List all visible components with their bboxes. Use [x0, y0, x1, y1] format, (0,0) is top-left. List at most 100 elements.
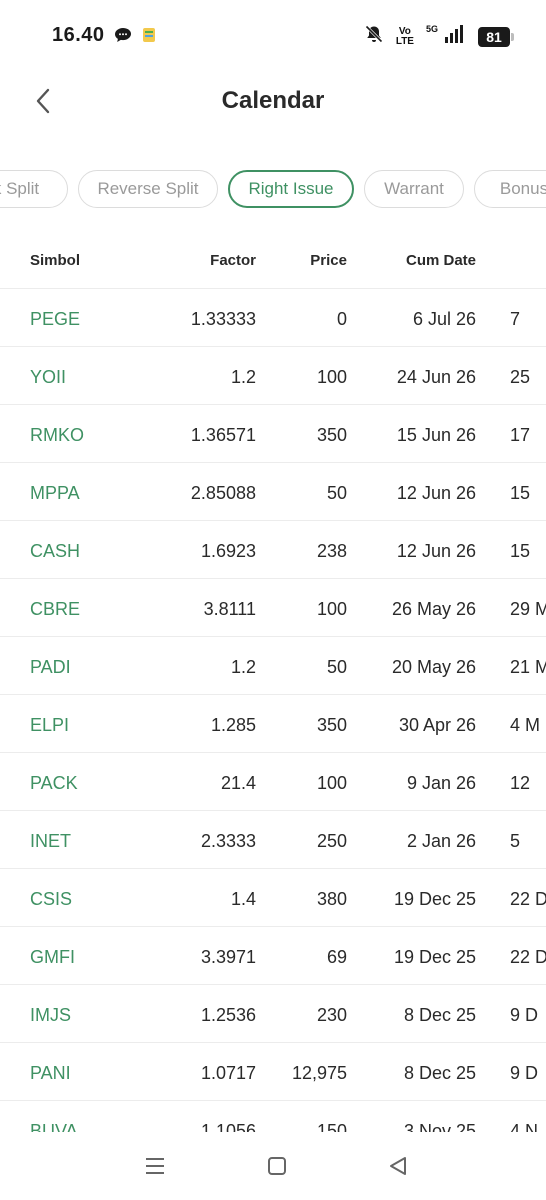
cell-ex-date: 21 M [510, 657, 546, 677]
cell-cum-date: 24 Jun 26 [396, 367, 476, 387]
column-header-cum-date[interactable]: Cum Date [406, 252, 476, 269]
cell-factor: 1.0717 [200, 1063, 256, 1083]
cell-symbol[interactable]: PANI [30, 1063, 71, 1084]
cell-symbol[interactable]: MPPA [30, 483, 80, 504]
cell-ex-date: 25 [510, 367, 531, 387]
status-notification-icons [114, 27, 156, 48]
cell-symbol[interactable]: CBRE [30, 599, 80, 620]
network-type: 5G [425, 24, 438, 34]
status-system-icons: Vo LTE 5G 81 [364, 24, 514, 49]
chip-stock-split[interactable]: Stock Split [0, 170, 68, 208]
cell-factor: 1.1056 [200, 1121, 256, 1132]
cell-cum-date: 30 Apr 26 [398, 715, 476, 735]
back-triangle-icon [388, 1156, 408, 1181]
column-header-symbol[interactable]: Simbol [30, 252, 80, 269]
cell-price: 69 [326, 947, 347, 967]
table-row[interactable]: CBRE 3.8111 100 26 May 26 29 M [0, 579, 546, 637]
cell-ex-date: 15 [510, 483, 531, 503]
table-row[interactable]: PANI 1.0717 12,975 8 Dec 25 9 D [0, 1043, 546, 1101]
cell-symbol[interactable]: YOII [30, 367, 66, 388]
table-row[interactable]: INET 2.3333 250 2 Jan 26 5 [0, 811, 546, 869]
chip-right-issue[interactable]: Right Issue [228, 170, 354, 208]
table-row[interactable]: CASH 1.6923 238 12 Jun 26 15 [0, 521, 546, 579]
cell-price: 230 [316, 1005, 347, 1025]
column-header-factor[interactable]: Factor [210, 252, 256, 269]
cell-price: 0 [336, 309, 347, 329]
table-body[interactable]: PEGE 1.33333 0 6 Jul 26 7 YOII 1.2 100 24 Jun 2… [0, 289, 546, 1132]
cell-symbol[interactable]: PADI [30, 657, 71, 678]
cell-ex-date: 4 M [510, 715, 541, 735]
cell-cum-date: 20 May 26 [391, 657, 476, 677]
cell-symbol[interactable]: PACK [30, 773, 78, 794]
cell-cum-date: 3 Nov 25 [403, 1121, 476, 1132]
chip-reverse-split[interactable]: Reverse Split [78, 170, 218, 208]
cell-cum-date: 6 Jul 26 [412, 309, 476, 329]
cell-price: 100 [316, 599, 347, 619]
home-square-icon [267, 1156, 287, 1181]
volte-indicator: Vo LTE [395, 25, 414, 47]
nav-menu-button[interactable] [141, 1154, 169, 1182]
cell-cum-date: 26 May 26 [391, 599, 476, 619]
nav-back-button[interactable] [384, 1154, 412, 1182]
cell-factor: 2.3333 [200, 831, 256, 851]
cell-ex-date: 12 [510, 773, 531, 793]
cell-factor: 1.285 [210, 715, 256, 735]
cell-factor: 1.6923 [200, 541, 256, 561]
cell-ex-date: 9 D [510, 1063, 539, 1083]
cell-ex-date: 17 [510, 425, 531, 445]
nav-home-button[interactable] [263, 1154, 291, 1182]
cell-cum-date: 19 Dec 25 [393, 947, 476, 967]
cell-factor: 1.2536 [200, 1005, 256, 1025]
cell-cum-date: 12 Jun 26 [396, 483, 476, 503]
chip-warrant[interactable]: Warrant [364, 170, 464, 208]
table-row[interactable]: CSIS 1.4 380 19 Dec 25 22 D [0, 869, 546, 927]
table-row[interactable]: GMFI 3.3971 69 19 Dec 25 22 D [0, 927, 546, 985]
cell-price: 150 [316, 1121, 347, 1132]
table-row[interactable]: ELPI 1.285 350 30 Apr 26 4 M [0, 695, 546, 753]
cell-price: 12,975 [291, 1063, 347, 1083]
chip-bonus[interactable]: Bonus [474, 170, 546, 208]
cell-symbol[interactable]: BUVA [30, 1121, 78, 1132]
cell-price: 100 [316, 773, 347, 793]
cell-symbol[interactable]: ELPI [30, 715, 69, 736]
status-bar: 16.40 Vo LTE 5G 81 [0, 0, 546, 72]
cell-factor: 3.8111 [203, 599, 256, 619]
filter-chips: Stock Split Reverse Split Right Issue Wa… [0, 170, 546, 210]
cell-ex-date: 4 N [510, 1121, 539, 1132]
table-row[interactable]: YOII 1.2 100 24 Jun 26 25 [0, 347, 546, 405]
cell-price: 50 [326, 657, 347, 677]
status-time: 16.40 [52, 24, 105, 46]
page-title: Calendar [221, 87, 325, 114]
cell-symbol[interactable]: IMJS [30, 1005, 71, 1026]
system-nav-bar [0, 1140, 546, 1200]
cell-ex-date: 7 [510, 309, 521, 329]
cell-symbol[interactable]: RMKO [30, 425, 84, 446]
table-row[interactable]: IMJS 1.2536 230 8 Dec 25 9 D [0, 985, 546, 1043]
column-header-price[interactable]: Price [310, 252, 347, 269]
cell-ex-date: 9 D [510, 1005, 539, 1025]
table-row[interactable]: PEGE 1.33333 0 6 Jul 26 7 [0, 289, 546, 347]
cell-cum-date: 19 Dec 25 [393, 889, 476, 909]
cell-factor: 1.33333 [190, 309, 256, 329]
cell-price: 350 [316, 715, 347, 735]
cell-factor: 1.4 [230, 889, 256, 909]
cell-symbol[interactable]: INET [30, 831, 71, 852]
cell-factor: 1.2 [230, 367, 256, 387]
cell-cum-date: 8 Dec 25 [403, 1063, 476, 1083]
app-header: Calendar [0, 72, 546, 134]
cell-symbol[interactable]: GMFI [30, 947, 75, 968]
cell-ex-date: 15 [510, 541, 531, 561]
table-row[interactable]: PACK 21.4 100 9 Jan 26 12 [0, 753, 546, 811]
cell-factor: 1.2 [230, 657, 256, 677]
table-row[interactable]: BUVA 1.1056 150 3 Nov 25 4 N [0, 1101, 546, 1132]
cell-ex-date: 5 [510, 831, 521, 851]
cell-price: 380 [316, 889, 347, 909]
table-row[interactable]: RMKO 1.36571 350 15 Jun 26 17 [0, 405, 546, 463]
cell-symbol[interactable]: CSIS [30, 889, 72, 910]
cell-symbol[interactable]: CASH [30, 541, 80, 562]
cell-cum-date: 9 Jan 26 [406, 773, 476, 793]
cell-symbol[interactable]: PEGE [30, 309, 80, 330]
cell-price: 50 [326, 483, 347, 503]
table-row[interactable]: MPPA 2.85088 50 12 Jun 26 15 [0, 463, 546, 521]
table-row[interactable]: PADI 1.2 50 20 May 26 21 M [0, 637, 546, 695]
